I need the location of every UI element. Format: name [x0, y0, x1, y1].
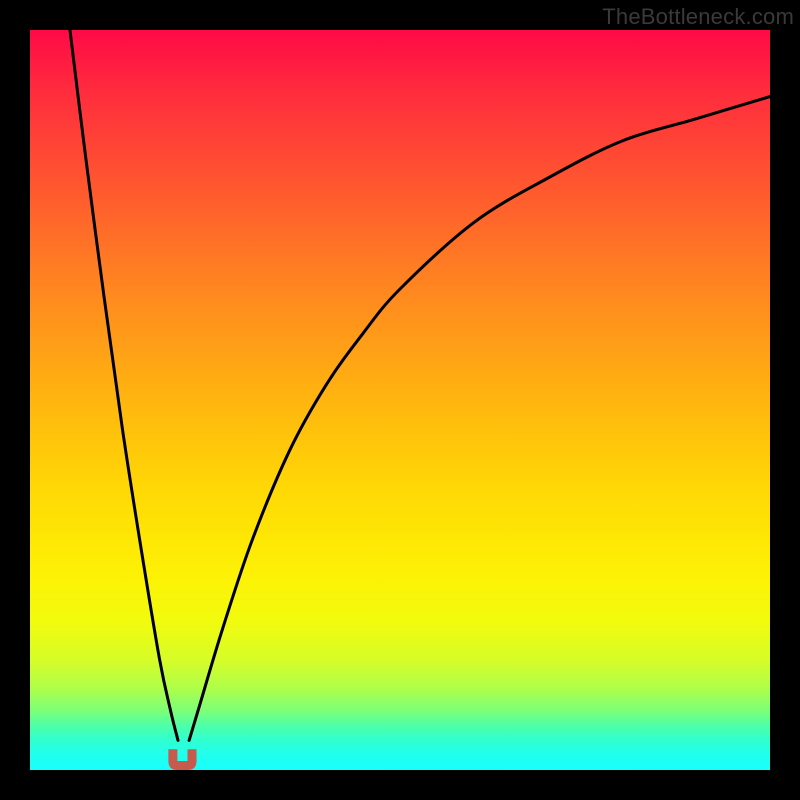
curve-right-branch	[189, 97, 770, 741]
chart-frame	[30, 30, 770, 770]
notch-marker	[168, 749, 196, 770]
watermark-text: TheBottleneck.com	[602, 4, 794, 30]
curve-left-branch	[70, 30, 178, 740]
bottleneck-curve	[30, 30, 770, 770]
